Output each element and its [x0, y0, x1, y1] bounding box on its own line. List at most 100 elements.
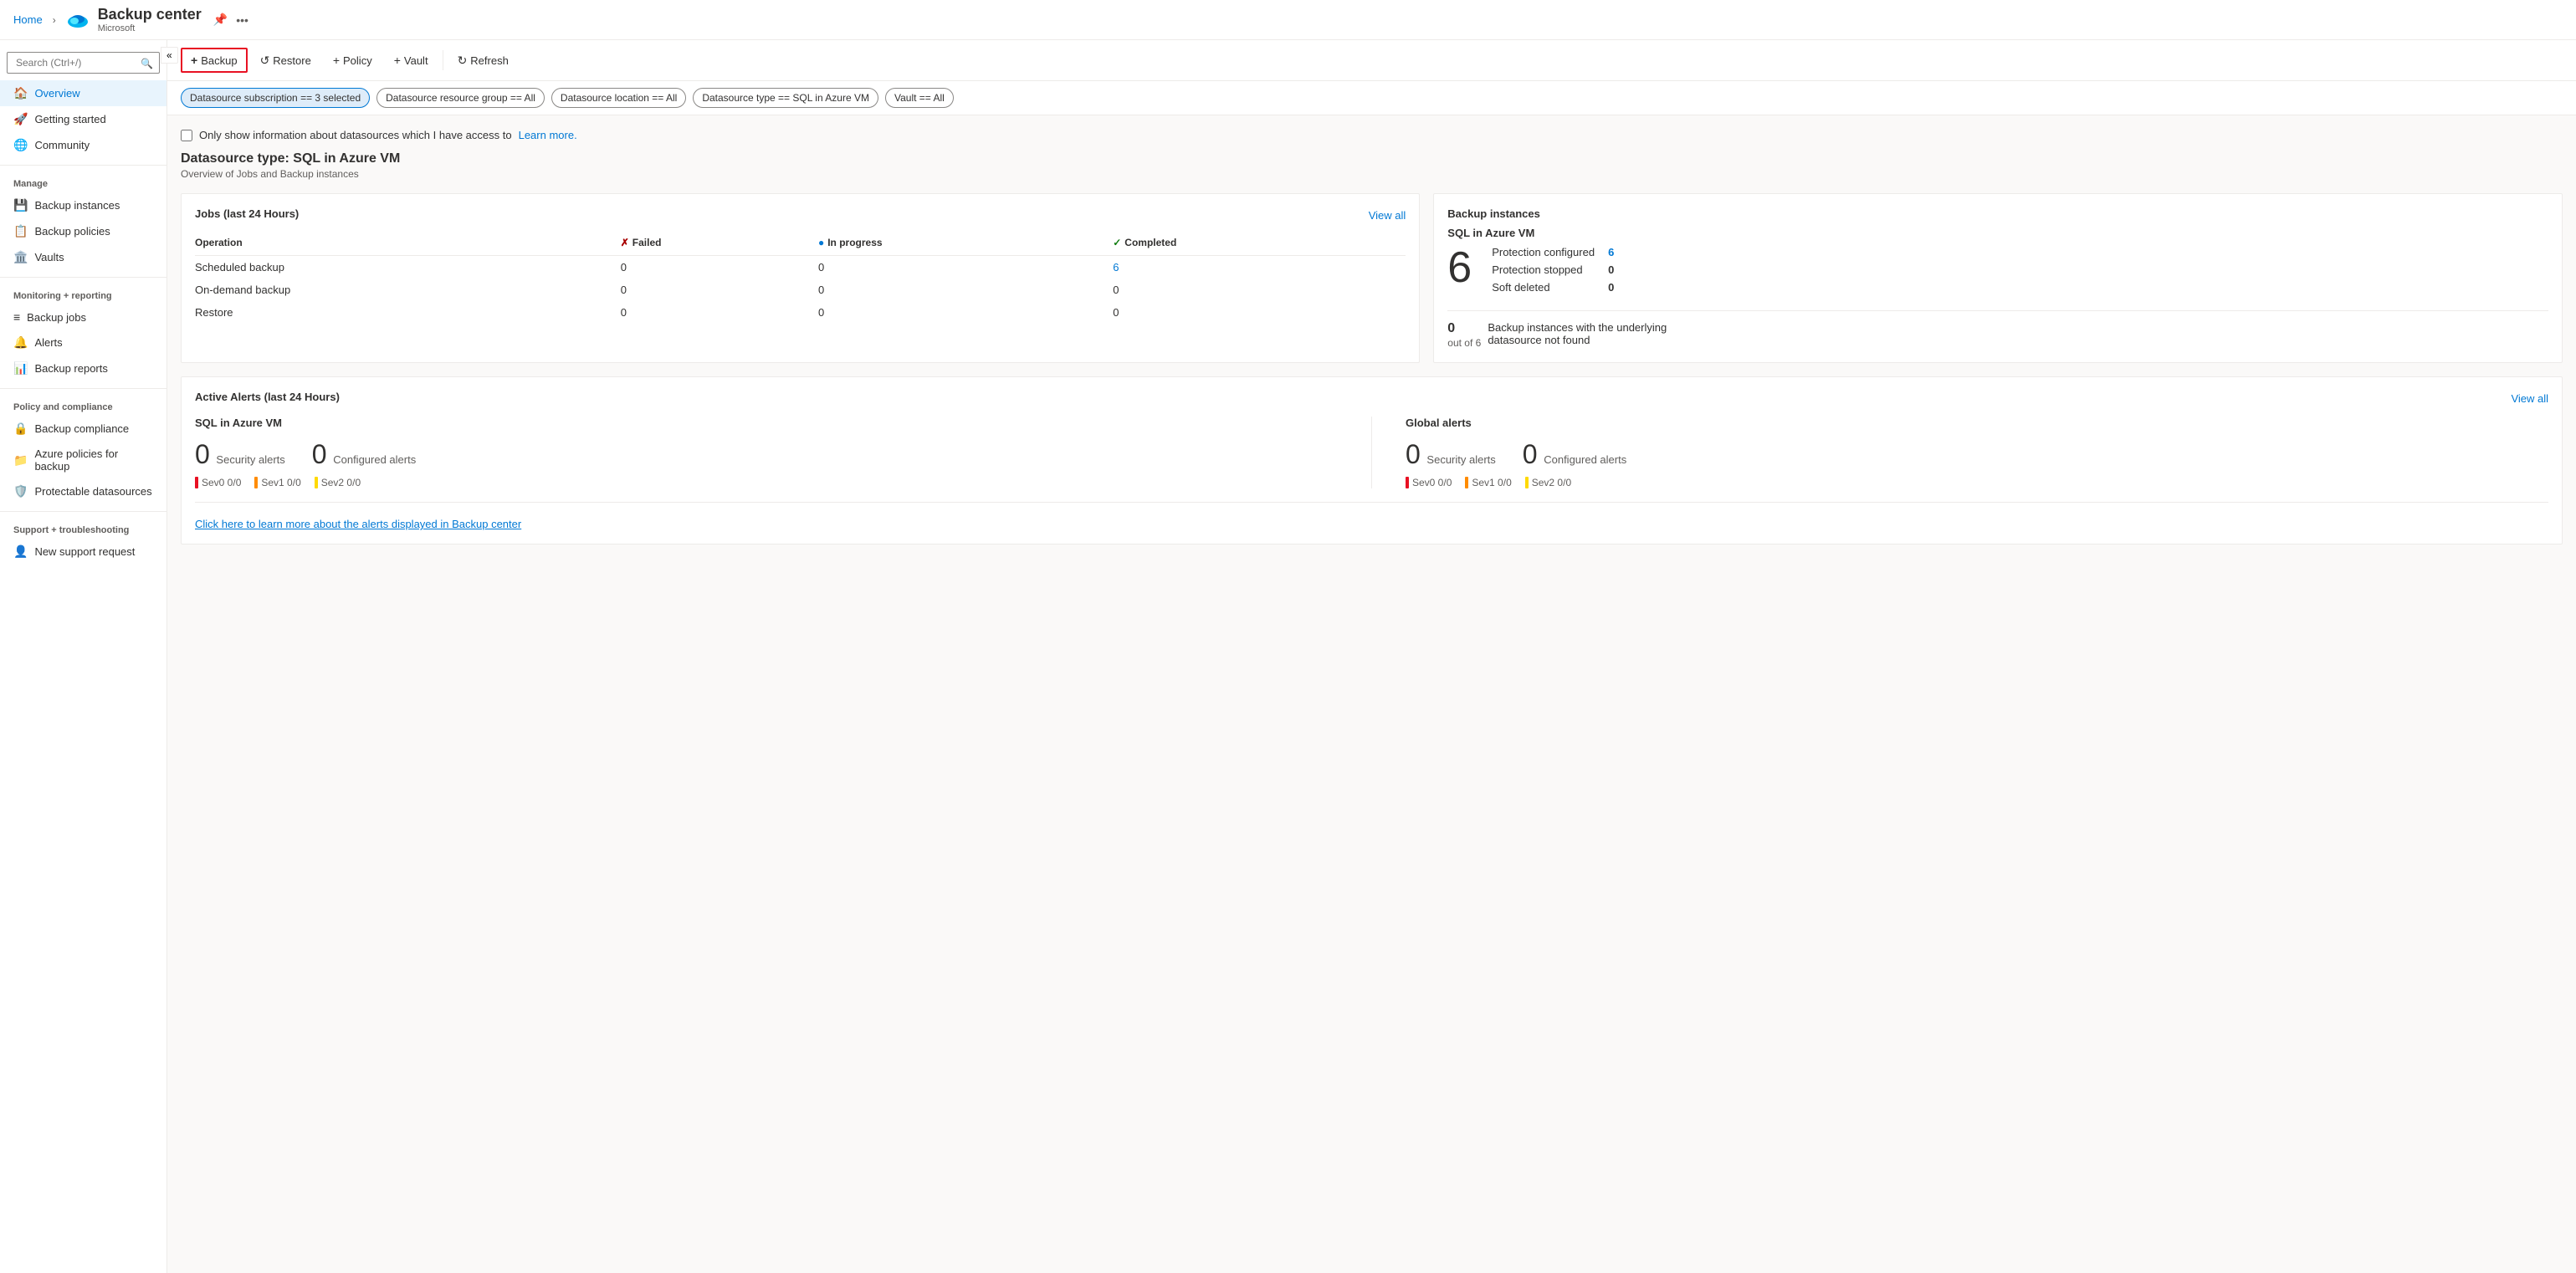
bi-details: Protection configured 6 Protection stopp… — [1492, 246, 1614, 297]
vault-button[interactable]: + Vault — [385, 49, 438, 72]
bi-soft-deleted-value: 0 — [1608, 281, 1614, 294]
app-subtitle: Microsoft — [98, 23, 202, 33]
cell-completed-ondemand: 0 — [1113, 279, 1406, 301]
sidebar-item-backup-jobs[interactable]: ≡ Backup jobs — [0, 304, 166, 330]
cell-completed-scheduled[interactable]: 6 — [1113, 256, 1406, 279]
bi-bottom-count: 0 — [1447, 321, 1455, 335]
cell-progress-ondemand: 0 — [818, 279, 1113, 301]
jobs-view-all-link[interactable]: View all — [1369, 209, 1406, 222]
col-operation: Operation — [195, 233, 621, 256]
breadcrumb-separator: › — [53, 14, 56, 26]
learn-more-link[interactable]: Learn more. — [519, 129, 577, 141]
refresh-button-label: Refresh — [470, 54, 509, 67]
sql-sev1-label: Sev1 0/0 — [261, 477, 300, 488]
sidebar-item-overview[interactable]: 🏠 Overview — [0, 80, 166, 106]
bi-bottom-desc: Backup instances with the underlying dat… — [1488, 321, 1722, 346]
sidebar-label-backup-compliance: Backup compliance — [34, 422, 129, 435]
alerts-divider — [1371, 417, 1372, 488]
sidebar-item-backup-compliance[interactable]: 🔒 Backup compliance — [0, 416, 166, 442]
sql-alerts-col: SQL in Azure VM 0 Security alerts 0 Conf… — [195, 417, 1338, 488]
pin-icon[interactable]: 📌 — [213, 13, 228, 27]
backup-instances-card: Backup instances SQL in Azure VM 6 Prote… — [1433, 193, 2563, 363]
support-section-label: Support + troubleshooting — [0, 519, 166, 539]
table-row: Restore 0 0 0 — [195, 301, 1406, 324]
sidebar-item-community[interactable]: 🌐 Community — [0, 132, 166, 158]
refresh-button[interactable]: ↻ Refresh — [448, 49, 518, 73]
filter-subscription[interactable]: Datasource subscription == 3 selected — [181, 88, 370, 108]
monitoring-section-label: Monitoring + reporting — [0, 284, 166, 304]
col-failed: ✗Failed — [621, 233, 818, 256]
sidebar-item-vaults[interactable]: 🏛️ Vaults — [0, 244, 166, 270]
datasource-access-checkbox[interactable] — [181, 130, 192, 141]
sidebar-label-backup-reports: Backup reports — [34, 362, 107, 375]
global-sev2-label: Sev2 0/0 — [1532, 477, 1571, 488]
alerts-icon: 🔔 — [13, 335, 28, 350]
sev0-red-bar — [195, 477, 198, 488]
datasource-section-sub: Overview of Jobs and Backup instances — [181, 168, 2563, 180]
policy-button[interactable]: + Policy — [324, 49, 382, 72]
bi-bottom-row: 0 out of 6 Backup instances with the und… — [1447, 310, 2548, 349]
filter-datasource-type[interactable]: Datasource type == SQL in Azure VM — [693, 88, 878, 108]
main-content: + Backup ↺ Restore + Policy + Vault ↻ Re… — [167, 40, 2576, 1273]
datasource-section-title: Datasource type: SQL in Azure VM — [181, 151, 2563, 166]
vaults-icon: 🏛️ — [13, 250, 28, 264]
backup-button[interactable]: + Backup — [181, 48, 248, 73]
filter-location[interactable]: Datasource location == All — [551, 88, 686, 108]
sidebar-label-vaults: Vaults — [34, 251, 64, 263]
sql-security-count: 0 — [195, 439, 210, 469]
backup-reports-icon: 📊 — [13, 361, 28, 376]
col-completed: ✓Completed — [1113, 233, 1406, 256]
getting-started-icon: 🚀 — [13, 112, 28, 126]
global-security-count: 0 — [1406, 439, 1421, 469]
restore-button[interactable]: ↺ Restore — [251, 49, 320, 73]
collapse-sidebar-button[interactable]: « — [161, 47, 167, 64]
sidebar-item-alerts[interactable]: 🔔 Alerts — [0, 330, 166, 355]
bi-protection-configured-value[interactable]: 6 — [1608, 246, 1614, 258]
global-sev2-bar — [1525, 477, 1529, 488]
breadcrumb-home[interactable]: Home — [13, 13, 43, 26]
bi-big-number: 6 — [1447, 246, 1472, 289]
alerts-view-all-link[interactable]: View all — [2511, 392, 2548, 405]
sidebar-item-backup-policies[interactable]: 📋 Backup policies — [0, 218, 166, 244]
jobs-table: Operation ✗Failed ●In progress ✓Complete… — [195, 233, 1406, 324]
datasource-access-label: Only show information about datasources … — [199, 129, 512, 141]
filter-vault[interactable]: Vault == All — [885, 88, 954, 108]
sidebar-label-azure-policies: Azure policies for backup — [34, 447, 153, 473]
sidebar-item-backup-reports[interactable]: 📊 Backup reports — [0, 355, 166, 381]
protectable-ds-icon: 🛡️ — [13, 484, 28, 498]
search-input[interactable] — [7, 52, 160, 74]
cell-operation-restore: Restore — [195, 301, 621, 324]
cell-operation-ondemand: On-demand backup — [195, 279, 621, 301]
sidebar-item-protectable-ds[interactable]: 🛡️ Protectable datasources — [0, 478, 166, 504]
community-icon: 🌐 — [13, 138, 28, 152]
cell-failed-ondemand: 0 — [621, 279, 818, 301]
sidebar: 🔍 « 🏠 Overview 🚀 Getting started 🌐 Commu… — [0, 40, 167, 1273]
filter-resource-group[interactable]: Datasource resource group == All — [376, 88, 545, 108]
app-logo-icon — [66, 8, 90, 32]
sidebar-item-backup-instances[interactable]: 💾 Backup instances — [0, 192, 166, 218]
cell-completed-restore: 0 — [1113, 301, 1406, 324]
bi-protection-stopped-label: Protection stopped — [1492, 263, 1582, 276]
bi-subtitle: SQL in Azure VM — [1447, 227, 2548, 239]
cell-progress-restore: 0 — [818, 301, 1113, 324]
overview-icon: 🏠 — [13, 86, 28, 100]
sidebar-item-azure-policies[interactable]: 📁 Azure policies for backup — [0, 442, 166, 478]
sidebar-item-new-support[interactable]: 👤 New support request — [0, 539, 166, 565]
bi-card-title: Backup instances — [1447, 207, 2548, 220]
sidebar-label-backup-jobs: Backup jobs — [27, 311, 86, 324]
datasource-access-row: Only show information about datasources … — [181, 129, 2563, 141]
backup-jobs-icon: ≡ — [13, 310, 20, 324]
sql-security-label: Security alerts — [216, 453, 284, 466]
bi-soft-deleted-label: Soft deleted — [1492, 281, 1549, 294]
sql-configured-count: 0 — [312, 439, 327, 469]
refresh-icon: ↻ — [458, 54, 468, 68]
global-sev0: Sev0 0/0 — [1406, 477, 1452, 488]
sidebar-item-getting-started[interactable]: 🚀 Getting started — [0, 106, 166, 132]
more-icon[interactable]: ••• — [236, 13, 248, 27]
top-bar: Home › Backup center Microsoft 📌 ••• — [0, 0, 2576, 40]
cell-failed-scheduled: 0 — [621, 256, 818, 279]
backup-instances-icon: 💾 — [13, 198, 28, 212]
alerts-learn-more-link[interactable]: Click here to learn more about the alert… — [195, 518, 2548, 530]
backup-button-label: Backup — [201, 54, 237, 67]
cell-failed-restore: 0 — [621, 301, 818, 324]
